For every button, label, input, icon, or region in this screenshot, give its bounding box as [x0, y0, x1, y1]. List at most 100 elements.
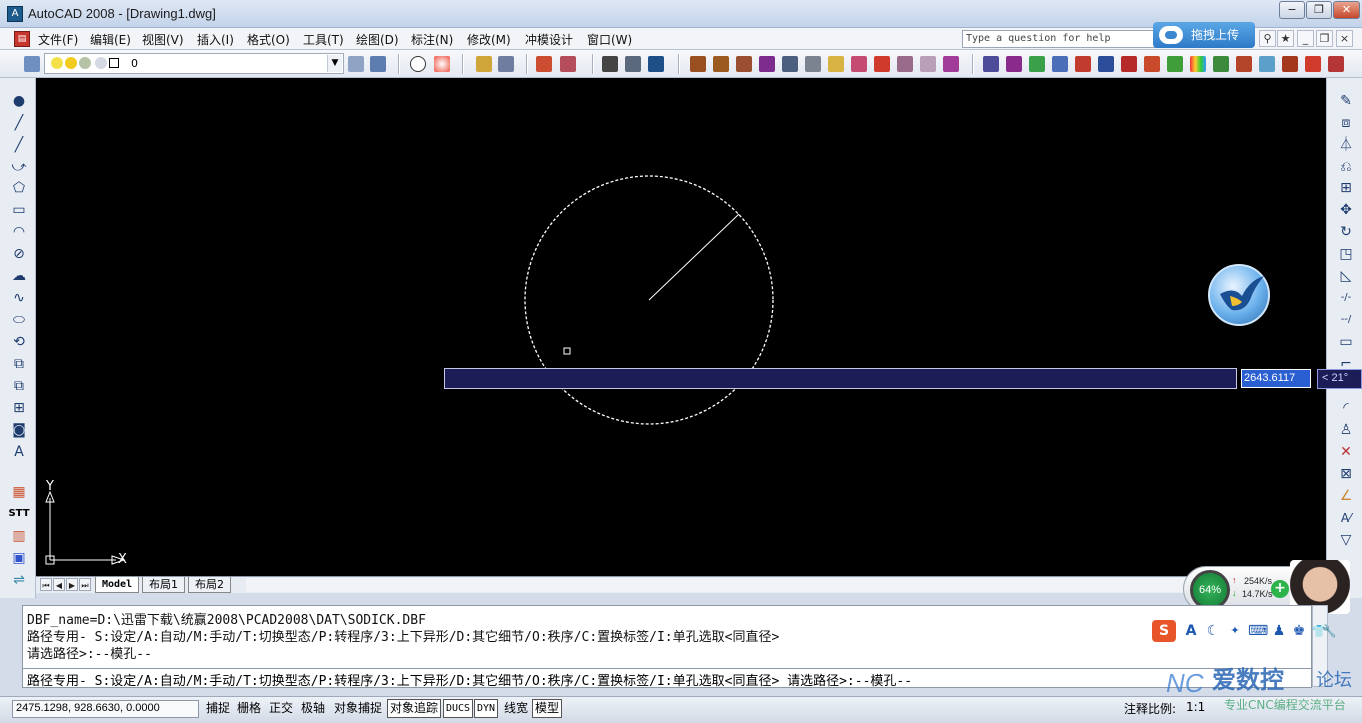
menu-tools[interactable]: 工具(T)	[303, 31, 344, 48]
moon-icon[interactable]: ☾	[1204, 622, 1222, 640]
custom-tool-3-icon[interactable]: ▣	[10, 549, 28, 567]
dynamic-angle-readout[interactable]: < 21°	[1317, 369, 1362, 389]
extend-icon[interactable]: --/	[1337, 311, 1355, 329]
menu-format[interactable]: 格式(O)	[247, 31, 290, 48]
ime-mode-icon[interactable]: A	[1182, 622, 1200, 640]
otrack-toggle[interactable]: 对象追踪	[387, 699, 442, 718]
layer-manager-icon[interactable]	[24, 56, 40, 72]
drawing-canvas[interactable]: Y X	[36, 78, 1326, 576]
command-history[interactable]: DBF_name=D:\迅雷下载\统赢2008\PCAD2008\DAT\SOD…	[22, 605, 1312, 669]
orbit-icon[interactable]	[434, 56, 450, 72]
tool-18-icon[interactable]	[1098, 56, 1114, 72]
tool-15-icon[interactable]	[1029, 56, 1045, 72]
tool-25-icon[interactable]	[1305, 56, 1321, 72]
tool-14-icon[interactable]	[1006, 56, 1022, 72]
tab-model[interactable]: Model	[95, 577, 140, 593]
minimize-button[interactable]: −	[1279, 1, 1305, 19]
tool-3-icon[interactable]	[736, 56, 752, 72]
help-search-icon[interactable]: ⚲	[1259, 30, 1276, 47]
polar-toggle[interactable]: 极轴	[298, 699, 328, 718]
thunder-bird-floating-icon[interactable]	[1208, 264, 1270, 326]
break-icon[interactable]: ▭	[1337, 333, 1355, 351]
dyn-toggle[interactable]: DYN	[474, 699, 499, 718]
tool-26-icon[interactable]	[1328, 56, 1344, 72]
horizontal-scrollbar[interactable]	[246, 578, 1326, 592]
custom-tool-4-icon[interactable]: ⇌	[10, 571, 28, 589]
polygon-icon[interactable]: ⬠	[10, 179, 28, 197]
zoom-realtime-icon[interactable]	[410, 56, 426, 72]
command-input[interactable]: 路径专用- S:设定/A:自动/M:手动/T:切换型态/P:转程序/3:上下异形…	[22, 668, 1312, 689]
circle-icon[interactable]: ⊘	[10, 245, 28, 263]
funnel-icon[interactable]: ▽	[1337, 531, 1355, 549]
rotate-icon[interactable]: ↻	[1337, 223, 1355, 241]
ortho-toggle[interactable]: 正交	[266, 699, 296, 718]
pawn-icon[interactable]: ♙	[1337, 421, 1355, 439]
snap-toggle[interactable]: 捕捉	[203, 699, 233, 718]
tool-10-icon[interactable]	[897, 56, 913, 72]
tool-9-icon[interactable]	[874, 56, 890, 72]
multiline-text-icon[interactable]: A	[10, 443, 28, 461]
properties-icon[interactable]	[476, 56, 492, 72]
chevron-down-icon[interactable]: ▼	[327, 55, 342, 72]
menu-die-design[interactable]: 冲模设计	[525, 31, 573, 48]
tab-layout2[interactable]: 布局2	[188, 577, 231, 593]
keyboard-icon[interactable]: ⌨	[1248, 622, 1268, 640]
menu-draw[interactable]: 绘图(D)	[356, 31, 399, 48]
layer-dropdown[interactable]: 0 ▼	[44, 53, 344, 74]
first-tab-icon[interactable]: ⏮	[40, 578, 52, 591]
lock-tool-icon[interactable]	[1282, 56, 1298, 72]
tool-12-icon[interactable]	[943, 56, 959, 72]
revision-cloud-icon[interactable]: ☁	[10, 267, 28, 285]
move-icon[interactable]: ✥	[1337, 201, 1355, 219]
tool-24-icon[interactable]	[1259, 56, 1275, 72]
osnap-toggle[interactable]: 对象捕捉	[331, 699, 385, 718]
layer-states-icon[interactable]	[370, 56, 386, 72]
tab-layout1[interactable]: 布局1	[142, 577, 185, 593]
doc-minimize-button[interactable]: _	[1297, 30, 1314, 47]
spline-icon[interactable]: ∿	[10, 289, 28, 307]
flag-icon[interactable]	[648, 56, 664, 72]
ellipse-icon[interactable]: ⬭	[10, 311, 28, 329]
array-icon[interactable]: ⊞	[1337, 179, 1355, 197]
tool-13-icon[interactable]	[983, 56, 999, 72]
menu-window[interactable]: 窗口(W)	[587, 31, 632, 48]
tool-11-icon[interactable]	[920, 56, 936, 72]
lineweight-toggle[interactable]: 线宽	[501, 699, 531, 718]
scale-icon[interactable]: ◳	[1337, 245, 1355, 263]
custom-tool-1-icon[interactable]: ▦	[10, 483, 28, 501]
menu-modify[interactable]: 修改(M)	[467, 31, 511, 48]
punch-icon[interactable]	[602, 56, 618, 72]
tool-7-icon[interactable]	[828, 56, 844, 72]
region-icon[interactable]: ◙	[10, 421, 28, 439]
next-tab-icon[interactable]: ▶	[66, 578, 78, 591]
menu-edit[interactable]: 编辑(E)	[90, 31, 131, 48]
text-style-icon[interactable]: A⁄	[1337, 509, 1355, 527]
accelerate-plus-button[interactable]: +	[1271, 580, 1289, 598]
punctuation-icon[interactable]: ✦	[1226, 622, 1244, 640]
favorites-star-icon[interactable]: ★	[1277, 30, 1294, 47]
cloud-upload-button[interactable]: 拖拽上传	[1153, 22, 1255, 48]
explode-tool-icon[interactable]: ✕	[1337, 443, 1355, 461]
layer-previous-icon[interactable]	[348, 56, 364, 72]
erase-icon[interactable]: ✎	[1337, 92, 1355, 110]
help-search-input[interactable]: Type a question for help	[962, 30, 1158, 48]
tool-4-icon[interactable]	[759, 56, 775, 72]
skin-icon[interactable]: ♚	[1290, 622, 1308, 640]
copy-icon[interactable]: ⧈	[1337, 114, 1355, 132]
document-icon[interactable]: ▤	[14, 31, 30, 47]
arc-icon[interactable]: ◠	[10, 223, 28, 241]
polyline-icon[interactable]: ⤻	[10, 158, 28, 176]
wrench-icon[interactable]: 🔧	[1320, 622, 1338, 640]
sogou-logo-icon[interactable]: S	[1152, 620, 1176, 642]
autocad-app-icon[interactable]: A	[7, 6, 23, 22]
tool-5-icon[interactable]	[782, 56, 798, 72]
last-tab-icon[interactable]: ⏭	[79, 578, 91, 591]
hatch-icon[interactable]: ⊞	[10, 399, 28, 417]
cursor-coordinates[interactable]: 2475.1298, 928.6630, 0.0000	[12, 700, 199, 718]
doc-close-button[interactable]: ×	[1336, 30, 1353, 47]
die-icon[interactable]	[625, 56, 641, 72]
tool-20-icon[interactable]	[1144, 56, 1160, 72]
tool-21-icon[interactable]	[1167, 56, 1183, 72]
close-button[interactable]: ✕	[1333, 1, 1360, 19]
stretch-icon[interactable]: ◺	[1337, 267, 1355, 285]
